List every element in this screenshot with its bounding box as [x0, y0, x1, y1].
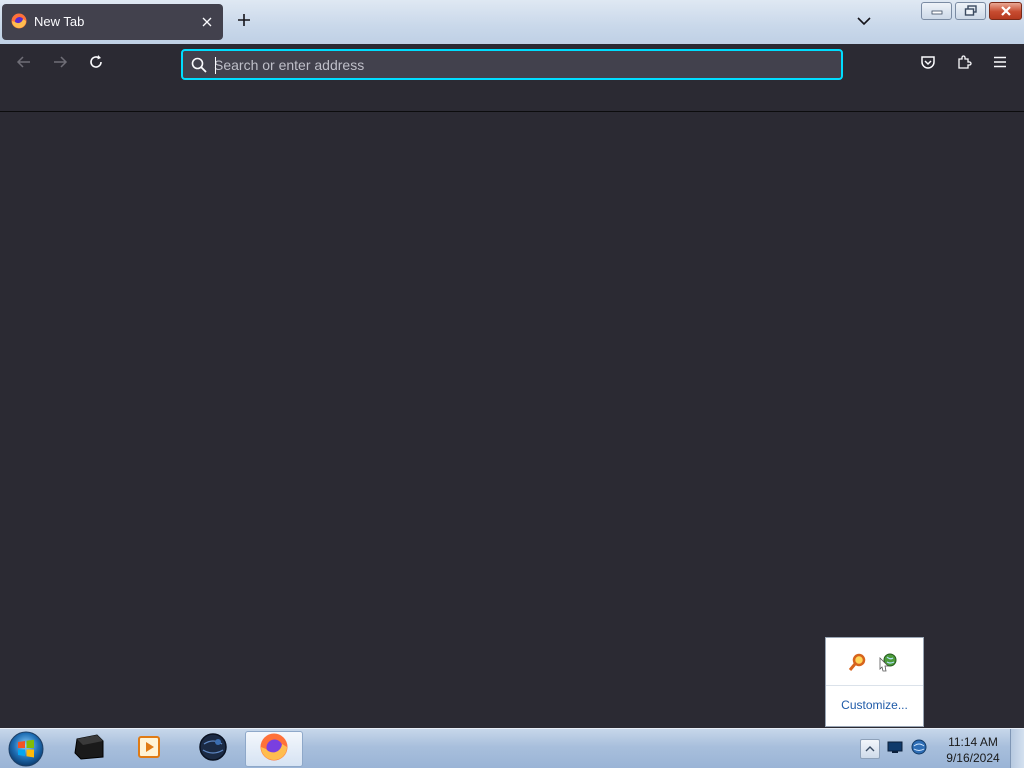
magnifier-tool-icon[interactable] — [848, 652, 868, 677]
taskbar-media-player[interactable] — [120, 731, 178, 767]
clock-time: 11:14 AM — [948, 735, 998, 749]
plus-icon — [237, 13, 251, 32]
chevron-down-icon — [857, 13, 871, 31]
toolbar-spacer — [0, 84, 1024, 112]
forward-button[interactable] — [48, 52, 72, 76]
restore-button[interactable] — [955, 2, 986, 20]
pocket-icon — [920, 54, 936, 75]
tab-new-tab[interactable]: New Tab — [2, 4, 223, 40]
system-tray — [860, 735, 928, 763]
address-input[interactable] — [214, 54, 824, 76]
hamburger-icon — [993, 55, 1007, 73]
taskbar-network-app[interactable] — [184, 731, 242, 767]
customize-link[interactable]: Customize... — [826, 698, 923, 712]
puzzle-icon — [956, 54, 972, 75]
pocket-button[interactable] — [916, 52, 940, 76]
navigation-toolbar — [0, 44, 1024, 84]
show-hidden-icons-button[interactable] — [860, 739, 880, 759]
network-status-icon[interactable] — [910, 738, 928, 761]
extensions-button[interactable] — [952, 52, 976, 76]
firefox-icon — [11, 13, 27, 29]
show-desktop-button[interactable] — [1010, 729, 1024, 768]
taskbar-clock[interactable]: 11:14 AM 9/16/2024 — [938, 734, 1008, 766]
firefox-icon — [259, 732, 289, 767]
page-content — [0, 113, 1024, 728]
tray-overflow-icons — [826, 638, 923, 686]
back-button[interactable] — [12, 52, 36, 76]
app-menu-button[interactable] — [988, 52, 1012, 76]
network-globe-icon[interactable] — [878, 652, 898, 677]
taskbar: 11:14 AM 9/16/2024 — [0, 728, 1024, 768]
title-bar: New Tab — [0, 0, 1024, 44]
list-all-tabs-button[interactable] — [852, 10, 876, 34]
reload-button[interactable] — [84, 52, 108, 76]
tray-overflow-popup: Customize... — [825, 637, 924, 727]
new-tab-button[interactable] — [232, 10, 256, 34]
close-window-button[interactable] — [989, 2, 1022, 20]
taskbar-firefox[interactable] — [245, 731, 303, 767]
text-caret — [215, 57, 216, 74]
url-bar[interactable] — [181, 49, 843, 80]
tab-title: New Tab — [34, 14, 85, 29]
reload-icon — [88, 54, 104, 75]
minimize-button[interactable] — [921, 2, 952, 20]
arrow-right-icon — [52, 54, 68, 75]
display-icon[interactable] — [886, 739, 904, 760]
start-button[interactable] — [6, 730, 46, 768]
window-controls — [921, 2, 1022, 20]
terminal-icon — [73, 733, 105, 766]
media-player-icon — [135, 733, 163, 766]
close-icon[interactable] — [197, 12, 217, 32]
clock-date: 9/16/2024 — [946, 751, 1000, 765]
arrow-left-icon — [16, 54, 32, 75]
taskbar-terminal[interactable] — [60, 731, 118, 767]
globe-icon — [198, 732, 228, 767]
search-icon — [191, 57, 207, 73]
